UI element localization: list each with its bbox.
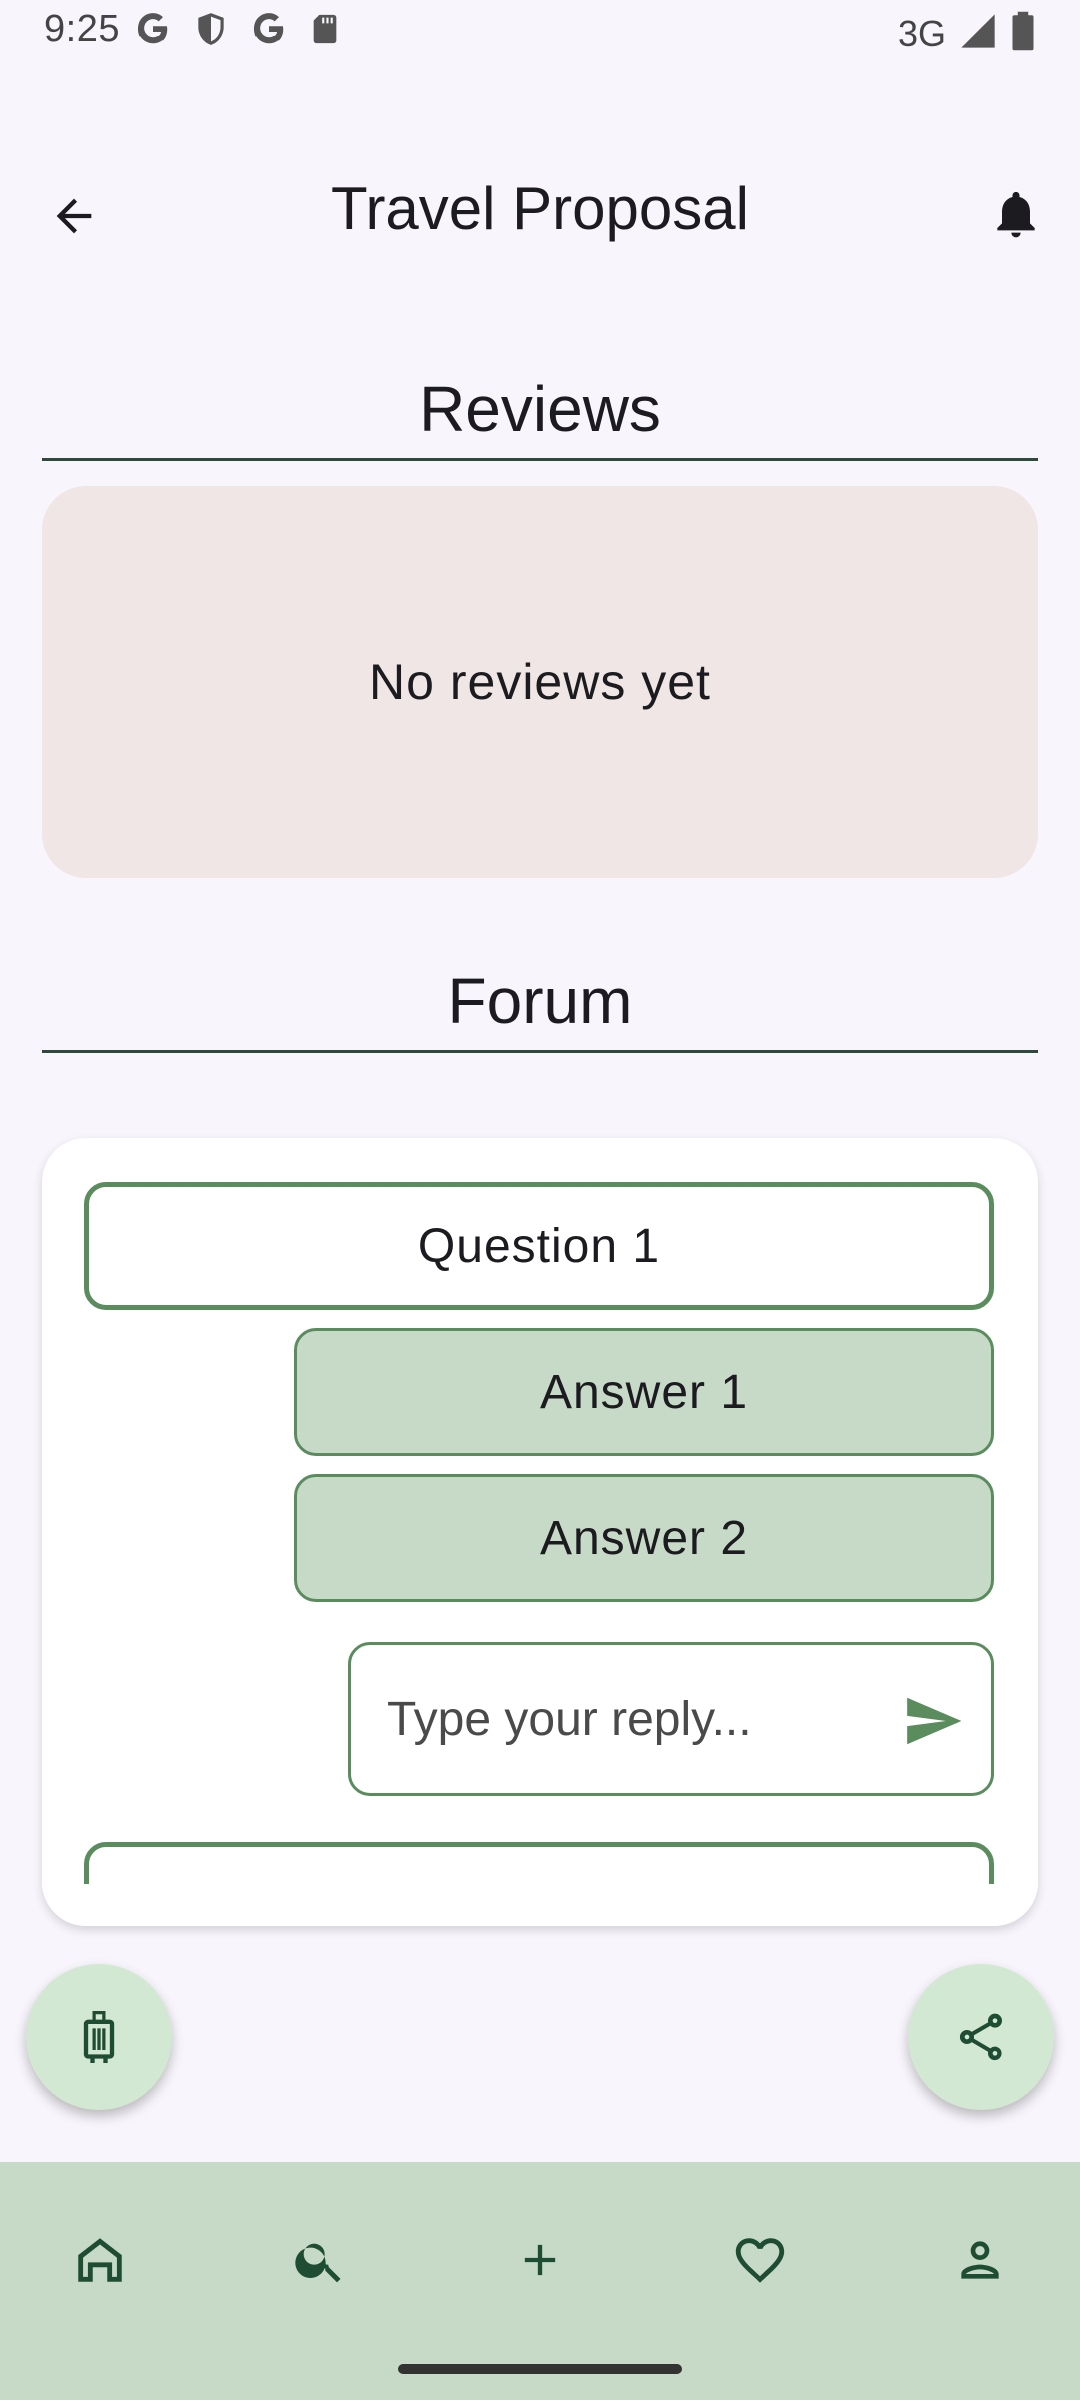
forum-card-bottom-padding [42, 1884, 1038, 1926]
page-title: Travel Proposal [331, 175, 749, 242]
nav-search[interactable] [272, 2212, 368, 2308]
add-icon [524, 2244, 556, 2276]
reviews-heading: Reviews [419, 373, 661, 445]
google-icon [250, 10, 288, 53]
app-bar: Travel Proposal [0, 150, 1080, 270]
question-item[interactable]: Question 1 [84, 1182, 994, 1310]
nav-favorites[interactable] [712, 2212, 808, 2308]
answer-text: Answer 1 [539, 1365, 749, 1419]
google-icon [134, 10, 172, 53]
arrow-back-icon [56, 198, 92, 234]
bell-icon [997, 191, 1035, 238]
no-reviews-text: No reviews yet [369, 654, 711, 710]
search-icon [295, 2243, 341, 2283]
question-text: Question 1 [417, 1219, 661, 1273]
signal-icon [958, 11, 998, 56]
send-icon [907, 1697, 962, 1745]
notifications-button[interactable] [980, 178, 1052, 250]
share-icon [959, 2013, 1002, 2061]
network-type: 3G [897, 12, 946, 54]
reply-input[interactable] [387, 1645, 867, 1793]
status-icons-right: 3G [898, 10, 1036, 57]
reviews-card: No reviews yet [42, 486, 1038, 878]
answer-text: Answer 2 [539, 1511, 749, 1565]
nav-home[interactable] [52, 2212, 148, 2308]
home-icon [78, 2238, 122, 2282]
status-icons-left [134, 10, 342, 53]
sd-card-icon [308, 10, 342, 53]
status-bar: 9:25 3G [0, 0, 1080, 64]
nav-profile[interactable] [932, 2212, 1028, 2308]
forum-divider [42, 1050, 1038, 1053]
shield-icon [192, 10, 230, 53]
luggage-icon [83, 2011, 115, 2063]
back-button[interactable] [38, 180, 110, 252]
trip-luggage-fab[interactable] [26, 1964, 172, 2110]
answer-item[interactable]: Answer 2 [294, 1474, 994, 1602]
share-fab[interactable] [908, 1964, 1054, 2110]
battery-icon [1010, 10, 1036, 57]
send-reply-button[interactable] [901, 1689, 965, 1753]
heart-icon [735, 2238, 785, 2283]
nav-add[interactable] [492, 2212, 588, 2308]
forum-heading: Forum [447, 965, 633, 1037]
forum-card[interactable]: Question 1 Answer 1 Answer 2 [42, 1138, 1038, 1926]
home-indicator[interactable] [398, 2364, 682, 2374]
answer-item[interactable]: Answer 1 [294, 1328, 994, 1456]
status-time: 9:25 [44, 8, 120, 50]
reviews-divider [42, 458, 1038, 461]
person-icon [961, 2241, 999, 2279]
reply-field[interactable] [348, 1642, 994, 1796]
